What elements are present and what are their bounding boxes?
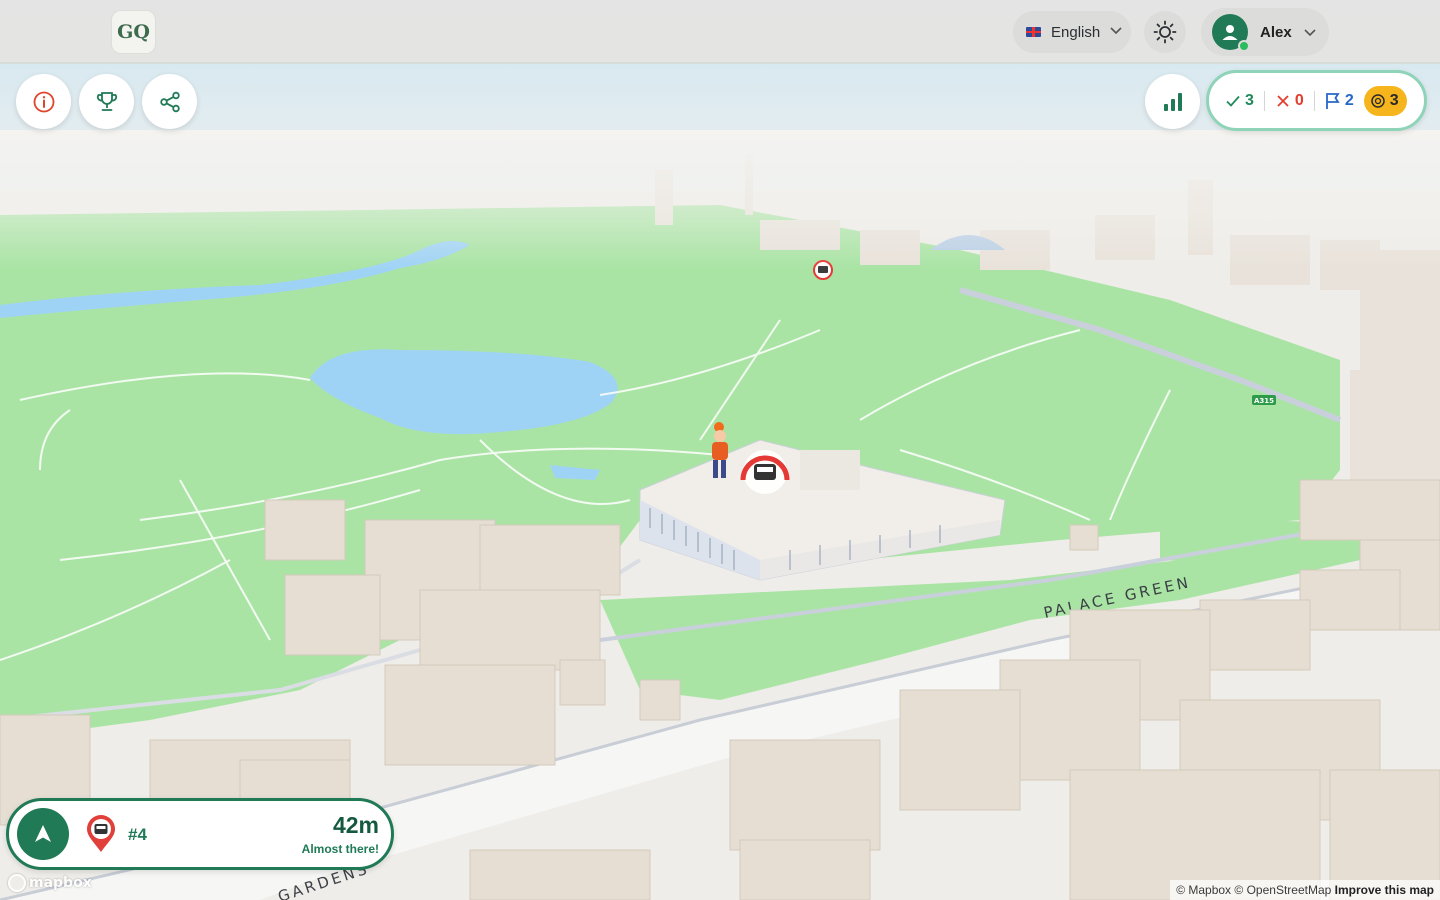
user-icon	[1222, 25, 1238, 40]
score-flags-count: 2	[1344, 91, 1354, 109]
target-marker[interactable]	[740, 450, 790, 494]
user-menu[interactable]: Alex	[1201, 8, 1329, 56]
target-distance-card[interactable]: #4 42m Almost there!	[6, 798, 394, 870]
language-selector[interactable]: English	[1013, 11, 1131, 53]
target-pin-icon	[87, 815, 115, 852]
app-logo[interactable]: GQ	[111, 10, 156, 54]
check-icon	[1226, 95, 1240, 107]
flag-icon	[1325, 92, 1340, 109]
improve-map-link[interactable]: Improve this map	[1335, 883, 1434, 897]
score-correct-count: 3	[1245, 91, 1254, 109]
avatar	[1212, 14, 1250, 52]
top-header: GQ English Alex	[0, 0, 1440, 64]
bar-chart-icon	[1163, 92, 1182, 111]
trophy-icon	[96, 91, 117, 111]
road-shield-a315: A315	[1252, 395, 1276, 405]
horizon-fog	[0, 130, 1440, 270]
map-view[interactable]: PALACE GREEN GARDENS A315	[0, 0, 1440, 900]
info-button[interactable]	[16, 74, 71, 129]
mapbox-logo[interactable]: mapbox	[8, 874, 92, 892]
chevron-down-icon	[1110, 26, 1122, 38]
svg-text:A315: A315	[1254, 397, 1274, 405]
recenter-navigation-button[interactable]	[17, 808, 69, 860]
score-coins-count: 3	[1389, 91, 1399, 109]
map-canvas[interactable]: PALACE GREEN GARDENS A315 mapbox © Mapbo…	[0, 0, 1440, 900]
user-name: Alex	[1260, 23, 1292, 41]
score-coins: 3	[1363, 85, 1407, 116]
language-label: English	[1051, 23, 1101, 41]
target-distance-status: Almost there!	[301, 842, 379, 856]
mapbox-logo-text: mapbox	[29, 875, 92, 891]
score-correct: 3	[1225, 92, 1254, 110]
map-attribution: © Mapbox © OpenStreetMap Improve this ma…	[1170, 880, 1440, 900]
info-icon	[33, 91, 54, 112]
mapbox-logo-icon	[8, 874, 26, 892]
share-icon	[159, 91, 180, 112]
app-logo-text: GQ	[117, 21, 150, 43]
stats-button[interactable]	[1145, 74, 1200, 129]
uk-flag-icon	[1026, 27, 1041, 37]
chevron-down-icon	[1304, 24, 1316, 41]
close-icon	[1277, 94, 1289, 107]
score-wrong: 0	[1275, 92, 1304, 110]
scoreboard[interactable]: 3 0 2 3	[1206, 70, 1427, 131]
target-distance-value: 42m	[332, 812, 379, 838]
target-number: #4	[128, 825, 147, 844]
theme-toggle-button[interactable]	[1144, 11, 1186, 53]
score-divider	[1313, 90, 1315, 111]
online-status-dot	[1238, 40, 1250, 52]
score-wrong-count: 0	[1294, 91, 1304, 109]
attribution-mapbox-link[interactable]: © Mapbox	[1176, 883, 1231, 897]
attribution-osm-link[interactable]: © OpenStreetMap	[1234, 883, 1331, 897]
share-button[interactable]	[142, 74, 197, 129]
score-flags: 2	[1325, 92, 1354, 110]
navigation-arrow-icon	[35, 825, 51, 842]
score-divider	[1263, 90, 1265, 111]
leaderboard-button[interactable]	[79, 74, 134, 129]
coin-icon	[1370, 93, 1385, 108]
sun-icon	[1153, 20, 1177, 44]
